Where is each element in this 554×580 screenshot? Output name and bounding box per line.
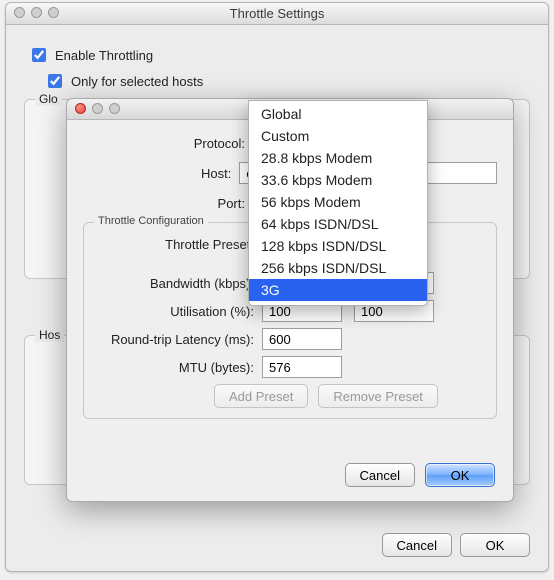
modal-cancel-button[interactable]: Cancel xyxy=(345,463,415,487)
modal-traffic-lights xyxy=(75,103,120,114)
zoom-icon[interactable] xyxy=(109,103,120,114)
preset-option[interactable]: 28.8 kbps Modem xyxy=(249,147,427,169)
outer-ok-button[interactable]: OK xyxy=(460,533,530,557)
add-preset-button: Add Preset xyxy=(214,384,308,408)
enable-throttling-label: Enable Throttling xyxy=(55,48,153,63)
rtt-input[interactable] xyxy=(262,328,342,350)
throttle-config-legend: Throttle Configuration xyxy=(94,215,208,227)
outer-titlebar: Throttle Settings xyxy=(6,3,548,25)
preset-option[interactable]: Global xyxy=(249,103,427,125)
global-group-legend: Glo xyxy=(35,92,62,106)
close-icon[interactable] xyxy=(75,103,86,114)
host-label: Host: xyxy=(83,166,239,181)
preset-option[interactable]: 3G xyxy=(249,279,427,301)
preset-option[interactable]: 64 kbps ISDN/DSL xyxy=(249,213,427,235)
close-icon[interactable] xyxy=(14,7,25,18)
enable-throttling-row: Enable Throttling xyxy=(28,45,530,65)
utilisation-label: Utilisation (%): xyxy=(96,304,262,319)
only-selected-label: Only for selected hosts xyxy=(71,74,203,89)
protocol-label: Protocol: xyxy=(83,136,253,151)
bandwidth-label: Bandwidth (kbps): xyxy=(96,276,262,291)
only-selected-checkbox[interactable] xyxy=(48,74,62,88)
remove-preset-button: Remove Preset xyxy=(318,384,438,408)
outer-cancel-button[interactable]: Cancel xyxy=(382,533,452,557)
preset-option[interactable]: 56 kbps Modem xyxy=(249,191,427,213)
enable-throttling-checkbox[interactable] xyxy=(32,48,46,62)
outer-title: Throttle Settings xyxy=(230,6,325,21)
zoom-icon[interactable] xyxy=(48,7,59,18)
mtu-input[interactable] xyxy=(262,356,342,378)
preset-option[interactable]: Custom xyxy=(249,125,427,147)
modal-button-bar: Cancel OK xyxy=(345,463,495,487)
outer-button-bar: Cancel OK xyxy=(382,533,530,557)
throttle-preset-label: Throttle Preset: xyxy=(96,237,262,252)
hosts-group-legend: Hos xyxy=(35,328,64,342)
minimize-icon[interactable] xyxy=(31,7,42,18)
preset-option[interactable]: 256 kbps ISDN/DSL xyxy=(249,257,427,279)
rtt-label: Round-trip Latency (ms): xyxy=(96,332,262,347)
modal-ok-button[interactable]: OK xyxy=(425,463,495,487)
preset-option[interactable]: 128 kbps ISDN/DSL xyxy=(249,235,427,257)
preset-option[interactable]: 33.6 kbps Modem xyxy=(249,169,427,191)
minimize-icon[interactable] xyxy=(92,103,103,114)
port-label: Port: xyxy=(83,196,253,211)
only-selected-row: Only for selected hosts xyxy=(44,71,530,91)
outer-traffic-lights xyxy=(14,7,59,18)
throttle-preset-dropdown[interactable]: GlobalCustom28.8 kbps Modem33.6 kbps Mod… xyxy=(248,100,428,306)
mtu-label: MTU (bytes): xyxy=(96,360,262,375)
